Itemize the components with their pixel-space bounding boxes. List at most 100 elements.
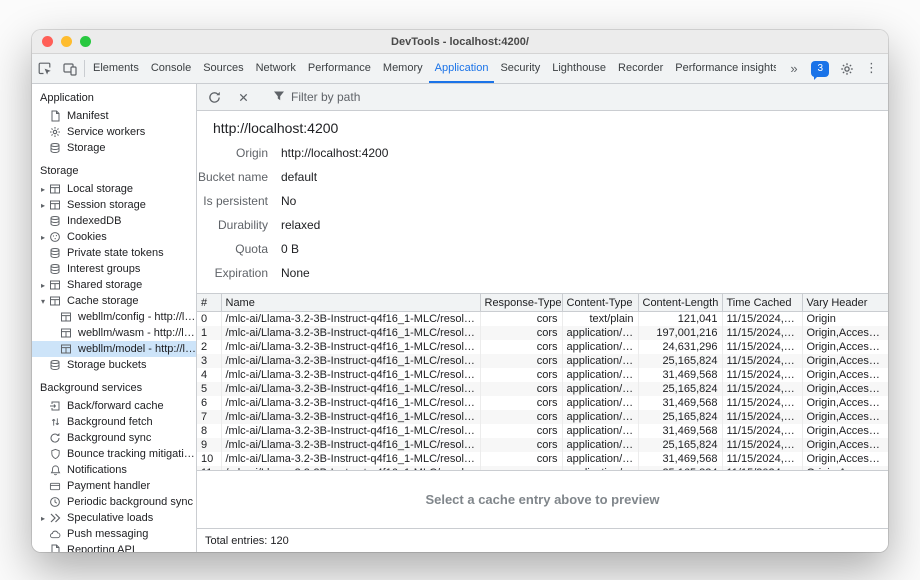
tab-recorder[interactable]: Recorder [612, 54, 669, 83]
tab-label: Sources [203, 62, 243, 74]
console-messages-badge[interactable]: 3 [811, 61, 829, 77]
tab-application[interactable]: Application [429, 54, 495, 83]
refresh-icon[interactable] [203, 86, 225, 108]
column-header-num[interactable]: # [197, 294, 221, 312]
delete-selected-icon[interactable] [232, 86, 254, 108]
sidebar-item-label: Back/forward cache [67, 400, 164, 412]
sidebar-item-service-workers[interactable]: Service workers [32, 124, 196, 140]
table-row[interactable]: 3/mlc-ai/Llama-3.2-3B-Instruct-q4f16_1-M… [197, 354, 888, 368]
tab-console[interactable]: Console [145, 54, 197, 83]
sidebar-item-bounce-tracking-mitigations[interactable]: Bounce tracking mitigations [32, 446, 196, 462]
column-header-response-type[interactable]: Response-Type [480, 294, 562, 312]
sidebar-item-webllm-config-http-loc[interactable]: webllm/config - http://loc… [32, 309, 196, 325]
sidebar-item-private-state-tokens[interactable]: Private state tokens [32, 245, 196, 261]
cookie-icon [48, 231, 62, 243]
tab-memory[interactable]: Memory [377, 54, 429, 83]
sidebar-item-local-storage[interactable]: ▸Local storage [32, 181, 196, 197]
expander-icon[interactable]: ▸ [38, 233, 48, 242]
table-cell: /mlc-ai/Llama-3.2-3B-Instruct-q4f16_1-ML… [221, 438, 480, 452]
sidebar-item-storage[interactable]: Storage [32, 140, 196, 156]
zoom-window-button[interactable] [80, 36, 91, 47]
sidebar-item-label: webllm/model - http://loc… [78, 343, 196, 355]
tab-network[interactable]: Network [250, 54, 302, 83]
table-row[interactable]: 5/mlc-ai/Llama-3.2-3B-Instruct-q4f16_1-M… [197, 382, 888, 396]
expander-icon[interactable]: ▸ [38, 185, 48, 194]
table-cell: text/plain [562, 312, 638, 327]
sidebar-item-background-sync[interactable]: Background sync [32, 430, 196, 446]
sidebar-item-back-forward-cache[interactable]: Back/forward cache [32, 398, 196, 414]
sidebar-item-indexeddb[interactable]: IndexedDB [32, 213, 196, 229]
column-header-content-type[interactable]: Content-Type [562, 294, 638, 312]
tab-performance-insights[interactable]: Performance insights [669, 54, 776, 83]
sidebar-item-shared-storage[interactable]: ▸Shared storage [32, 277, 196, 293]
sidebar-item-manifest[interactable]: Manifest [32, 108, 196, 124]
sidebar-item-label: Service workers [67, 126, 145, 138]
sidebar-item-reporting-api[interactable]: Reporting API [32, 542, 196, 552]
clock-icon [48, 496, 62, 508]
table-cell: 197,001,216 [638, 326, 722, 340]
device-toolbar-icon[interactable] [57, 54, 82, 83]
expander-icon[interactable]: ▾ [38, 297, 48, 306]
column-header-name[interactable]: Name [221, 294, 480, 312]
column-header-vary-header[interactable]: Vary Header [802, 294, 888, 312]
sidebar-item-speculative-loads[interactable]: ▸Speculative loads [32, 510, 196, 526]
sidebar-item-notifications[interactable]: Notifications [32, 462, 196, 478]
table-cell: cors [480, 452, 562, 466]
devtools-window: DevTools - localhost:4200/ ElementsConso… [32, 30, 888, 552]
tab-performance[interactable]: Performance [302, 54, 377, 83]
table-row[interactable]: 0/mlc-ai/Llama-3.2-3B-Instruct-q4f16_1-M… [197, 312, 888, 327]
window-titlebar: DevTools - localhost:4200/ [32, 30, 888, 54]
sidebar-item-payment-handler[interactable]: Payment handler [32, 478, 196, 494]
table-cell: cors [480, 410, 562, 424]
cache-table-head-row: #NameResponse-TypeContent-TypeContent-Le… [197, 294, 888, 312]
expander-icon[interactable]: ▸ [38, 201, 48, 210]
sidebar-item-label: Bounce tracking mitigations [67, 448, 196, 460]
more-options-icon[interactable]: ⋮ [859, 61, 884, 76]
background-fetch-icon [48, 416, 62, 428]
filter-by-path-input[interactable]: Filter by path [273, 90, 360, 105]
sidebar-item-webllm-wasm-http-loca[interactable]: webllm/wasm - http://loca… [32, 325, 196, 341]
settings-gear-icon[interactable] [834, 62, 859, 76]
close-window-button[interactable] [42, 36, 53, 47]
sidebar-item-periodic-background-sync[interactable]: Periodic background sync [32, 494, 196, 510]
tab-security[interactable]: Security [494, 54, 546, 83]
table-row[interactable]: 9/mlc-ai/Llama-3.2-3B-Instruct-q4f16_1-M… [197, 438, 888, 452]
inspect-element-icon[interactable] [32, 54, 57, 83]
table-row[interactable]: 10/mlc-ai/Llama-3.2-3B-Instruct-q4f16_1-… [197, 452, 888, 466]
sidebar-section-application: Application [32, 86, 196, 108]
table-row[interactable]: 6/mlc-ai/Llama-3.2-3B-Instruct-q4f16_1-M… [197, 396, 888, 410]
sidebar-item-storage-buckets[interactable]: Storage buckets [32, 357, 196, 373]
expander-icon[interactable]: ▸ [38, 281, 48, 290]
table-row[interactable]: 2/mlc-ai/Llama-3.2-3B-Instruct-q4f16_1-M… [197, 340, 888, 354]
cache-origin-title: http://localhost:4200 [197, 111, 888, 141]
metadata-label: Expiration [197, 266, 281, 280]
metadata-row: Is persistentNo [197, 189, 888, 213]
database-icon [48, 247, 62, 259]
table-cell: Origin,Access… [802, 340, 888, 354]
expander-icon[interactable]: ▸ [38, 514, 48, 523]
document-icon [48, 110, 62, 122]
table-row[interactable]: 7/mlc-ai/Llama-3.2-3B-Instruct-q4f16_1-M… [197, 410, 888, 424]
tab-lighthouse[interactable]: Lighthouse [546, 54, 612, 83]
table-cell: 10 [197, 452, 221, 466]
sidebar-item-cache-storage[interactable]: ▾Cache storage [32, 293, 196, 309]
table-row[interactable]: 1/mlc-ai/Llama-3.2-3B-Instruct-q4f16_1-M… [197, 326, 888, 340]
sidebar-item-cookies[interactable]: ▸Cookies [32, 229, 196, 245]
more-tabs-icon[interactable]: » [781, 61, 806, 76]
metadata-value: No [281, 194, 296, 208]
table-cell: /mlc-ai/Llama-3.2-3B-Instruct-q4f16_1-ML… [221, 368, 480, 382]
sidebar-item-webllm-model-http-loc[interactable]: webllm/model - http://loc… [32, 341, 196, 357]
minimize-window-button[interactable] [61, 36, 72, 47]
column-header-content-length[interactable]: Content-Length [638, 294, 722, 312]
tab-sources[interactable]: Sources [197, 54, 249, 83]
sidebar-item-background-fetch[interactable]: Background fetch [32, 414, 196, 430]
column-header-time-cached[interactable]: Time Cached [722, 294, 802, 312]
table-row[interactable]: 4/mlc-ai/Llama-3.2-3B-Instruct-q4f16_1-M… [197, 368, 888, 382]
speculative-loads-icon [48, 512, 62, 524]
table-row[interactable]: 8/mlc-ai/Llama-3.2-3B-Instruct-q4f16_1-M… [197, 424, 888, 438]
sidebar-item-interest-groups[interactable]: Interest groups [32, 261, 196, 277]
metadata-value: 0 B [281, 242, 299, 256]
tab-elements[interactable]: Elements [87, 54, 145, 83]
sidebar-item-session-storage[interactable]: ▸Session storage [32, 197, 196, 213]
sidebar-item-push-messaging[interactable]: Push messaging [32, 526, 196, 542]
